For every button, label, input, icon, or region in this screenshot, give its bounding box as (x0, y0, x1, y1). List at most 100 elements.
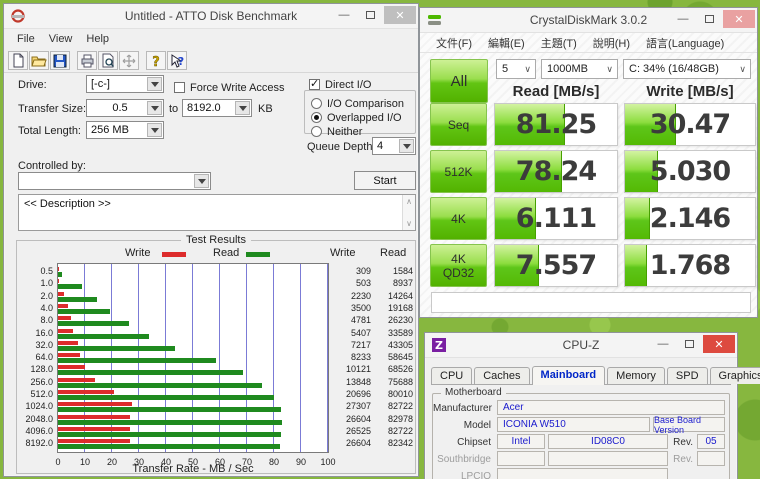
cdm-test-button-seq[interactable]: Seq (430, 103, 487, 146)
print-preview-icon[interactable] (98, 51, 118, 70)
drive-select-arrow-icon[interactable] (147, 77, 162, 91)
cdm-all-button[interactable]: All (430, 59, 488, 103)
atto-logo-icon (9, 8, 27, 24)
controlled-by-select[interactable] (18, 172, 211, 190)
cpuz-maximize-button[interactable] (677, 335, 701, 353)
cdm-comment-box[interactable] (431, 292, 751, 313)
cdm-read-value: 7.557 (495, 245, 617, 286)
cdm-write-value: 2.146 (625, 198, 755, 239)
description-scrollbar[interactable]: ∧∨ (402, 195, 415, 230)
atto-toolbar: ?? (4, 49, 418, 73)
atto-titlebar[interactable]: Untitled - ATTO Disk Benchmark — ✕ (4, 4, 418, 29)
force-write-checkbox-box[interactable] (174, 82, 185, 93)
cdm-menu-item[interactable]: 編輯(E) (480, 33, 533, 53)
read-value: 82722 (373, 426, 413, 436)
cpuz-tab-memory[interactable]: Memory (607, 367, 665, 384)
print-icon[interactable] (77, 51, 97, 70)
drive-label: Drive: (18, 79, 47, 91)
y-axis-label: 2.0 (17, 291, 53, 301)
test-results-title: Test Results (181, 234, 251, 246)
cpuz-logo-icon: Z (430, 337, 448, 353)
atto-maximize-button[interactable] (358, 6, 382, 24)
help-icon[interactable]: ? (146, 51, 166, 70)
write-value: 503 (327, 278, 371, 288)
description-box[interactable]: << Description >> ∧∨ (18, 194, 416, 231)
scroll-up-icon[interactable]: ∧ (406, 197, 412, 206)
cdm-maximize-button[interactable] (697, 10, 721, 28)
save-file-icon[interactable] (50, 51, 70, 70)
atto-minimize-button[interactable]: — (332, 6, 356, 24)
cpuz-titlebar[interactable]: Z CPU-Z — ✕ (425, 333, 737, 358)
open-file-icon[interactable] (29, 51, 49, 70)
y-axis-label: 1024.0 (17, 401, 53, 411)
atto-menu-help[interactable]: Help (79, 31, 116, 47)
cdm-menubar: 文件(F)編輯(E)主題(T)說明(H)語言(Language) (420, 33, 757, 53)
queue-depth-arrow-icon[interactable] (399, 139, 414, 153)
queue-depth-label: Queue Depth: (307, 141, 376, 153)
cdm-read-value: 6.111 (495, 198, 617, 239)
read-bar (58, 358, 216, 363)
cdm-test-count-select[interactable]: 5 (496, 59, 536, 79)
cdm-minimize-button[interactable]: — (671, 10, 695, 28)
transfer-from-select[interactable]: 0.5 (86, 99, 164, 117)
cdm-menu-item[interactable]: 文件(F) (428, 33, 480, 53)
write-bar (58, 378, 95, 382)
write-bar (58, 279, 59, 283)
write-value: 26604 (327, 414, 371, 424)
motherboard-group-title: Motherboard (441, 387, 506, 398)
cdm-menu-item[interactable]: 主題(T) (533, 33, 585, 53)
scroll-down-icon[interactable]: ∨ (406, 219, 412, 228)
move-icon[interactable] (119, 51, 139, 70)
direct-io-checkbox-box[interactable] (309, 79, 320, 90)
controlled-by-arrow-icon[interactable] (194, 174, 209, 188)
queue-depth-select[interactable]: 4 (372, 137, 416, 155)
total-length-select[interactable]: 256 MB (86, 121, 164, 139)
write-bar (58, 304, 68, 308)
io-mode-group: I/O ComparisonOverlapped I/ONeither (304, 90, 416, 134)
atto-close-button[interactable]: ✕ (384, 6, 416, 24)
cdm-drive-select[interactable]: C: 34% (16/48GB) (623, 59, 751, 79)
cpuz-minimize-button[interactable]: — (651, 335, 675, 353)
drive-select[interactable]: [-c-] (86, 75, 164, 93)
read-column-header: Read (380, 247, 406, 259)
transfer-to-arrow-icon[interactable] (235, 101, 250, 115)
y-axis-label: 256.0 (17, 377, 53, 387)
context-help-icon[interactable]: ? (167, 51, 187, 70)
southbridge-rev-label: Rev. (671, 454, 693, 465)
transfer-to-select[interactable]: 8192.0 (182, 99, 252, 117)
atto-menu-view[interactable]: View (42, 31, 80, 47)
atto-menu-file[interactable]: File (10, 31, 42, 47)
radio-button-icon[interactable] (311, 126, 322, 137)
cdm-titlebar[interactable]: CrystalDiskMark 3.0.2 — ✕ (420, 8, 757, 33)
cpuz-tab-spd[interactable]: SPD (667, 367, 708, 384)
chipset-rev-field: 05 (697, 434, 725, 449)
radio-neither[interactable]: Neither (311, 122, 362, 140)
write-bar (58, 316, 71, 320)
cpuz-tab-cpu[interactable]: CPU (431, 367, 472, 384)
new-file-icon[interactable] (8, 51, 28, 70)
cdm-menu-item[interactable]: 說明(H) (585, 33, 638, 53)
start-button[interactable]: Start (354, 171, 416, 190)
cpuz-close-button[interactable]: ✕ (703, 335, 735, 353)
total-length-arrow-icon[interactable] (147, 123, 162, 137)
kb-label: KB (258, 103, 273, 115)
write-column-header: Write (330, 247, 355, 259)
drive-value: [-c-] (91, 78, 110, 90)
southbridge-vendor-field (497, 451, 545, 466)
transfer-from-arrow-icon[interactable] (147, 101, 162, 115)
read-value: 58645 (373, 352, 413, 362)
cdm-test-size-select[interactable]: 1000MB (541, 59, 618, 79)
cdm-test-button-4k[interactable]: 4K (430, 197, 487, 240)
read-bar (58, 395, 274, 400)
force-write-checkbox[interactable]: Force Write Access (174, 78, 285, 96)
cpuz-tab-graphics[interactable]: Graphics (710, 367, 760, 384)
cdm-close-button[interactable]: ✕ (723, 10, 755, 28)
cdm-test-button-4k-qd32[interactable]: 4K QD32 (430, 244, 487, 287)
cpuz-tab-caches[interactable]: Caches (474, 367, 529, 384)
cdm-test-button-512k[interactable]: 512K (430, 150, 487, 193)
cdm-menu-item[interactable]: 語言(Language) (638, 33, 732, 53)
y-axis-label: 32.0 (17, 340, 53, 350)
lpcio-field (497, 468, 668, 479)
cpuz-tab-mainboard[interactable]: Mainboard (532, 366, 606, 385)
cdm-write-value: 30.47 (625, 104, 755, 145)
